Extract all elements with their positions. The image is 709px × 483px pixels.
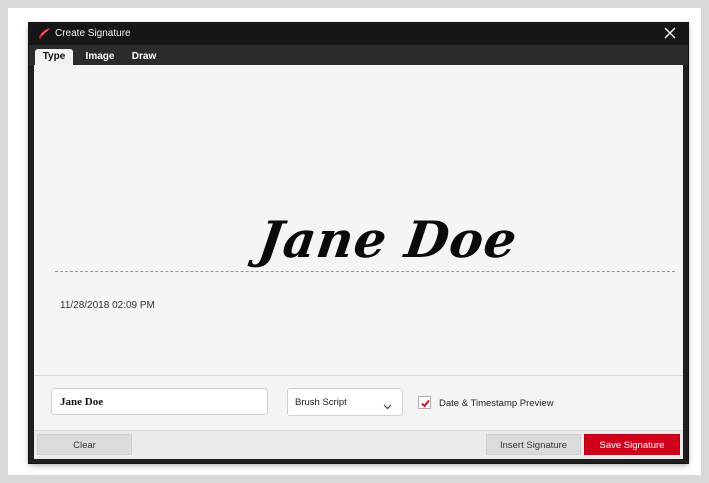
- dialog-content: Jane Doe 11/28/2018 02:09 PM Brush Scrip…: [34, 65, 683, 459]
- create-signature-dialog: Create Signature Type Image Draw Jane Do…: [29, 23, 688, 463]
- tab-draw[interactable]: Draw: [129, 49, 159, 65]
- tab-bar: Type Image Draw: [29, 45, 688, 65]
- font-select[interactable]: Brush Script: [287, 388, 403, 416]
- signature-preview-area: Jane Doe 11/28/2018 02:09 PM: [34, 65, 683, 375]
- chevron-down-icon: [383, 398, 392, 410]
- date-timestamp-label: Date & Timestamp Preview: [439, 398, 554, 409]
- timestamp-preview: 11/28/2018 02:09 PM: [60, 300, 155, 311]
- font-select-value: Brush Script: [295, 397, 347, 408]
- signature-pen-icon: [38, 27, 51, 40]
- date-timestamp-checkbox[interactable]: [418, 396, 431, 409]
- signature-baseline: [55, 271, 675, 272]
- signature-name-input[interactable]: [51, 388, 268, 415]
- tab-image[interactable]: Image: [83, 49, 117, 65]
- dialog-footer: Clear Insert Signature Save Signature: [34, 430, 683, 459]
- close-icon[interactable]: [662, 25, 678, 41]
- clear-button[interactable]: Clear: [37, 434, 132, 455]
- window-title: Create Signature: [55, 28, 131, 39]
- insert-signature-button[interactable]: Insert Signature: [486, 434, 581, 455]
- save-signature-button[interactable]: Save Signature: [584, 434, 680, 455]
- checkmark-icon: [421, 399, 430, 408]
- signature-controls: Brush Script Date & Timestamp Preview: [34, 375, 683, 431]
- title-bar: Create Signature: [29, 23, 688, 45]
- signature-preview-text: Jane Doe: [254, 210, 522, 269]
- tab-type[interactable]: Type: [35, 49, 73, 65]
